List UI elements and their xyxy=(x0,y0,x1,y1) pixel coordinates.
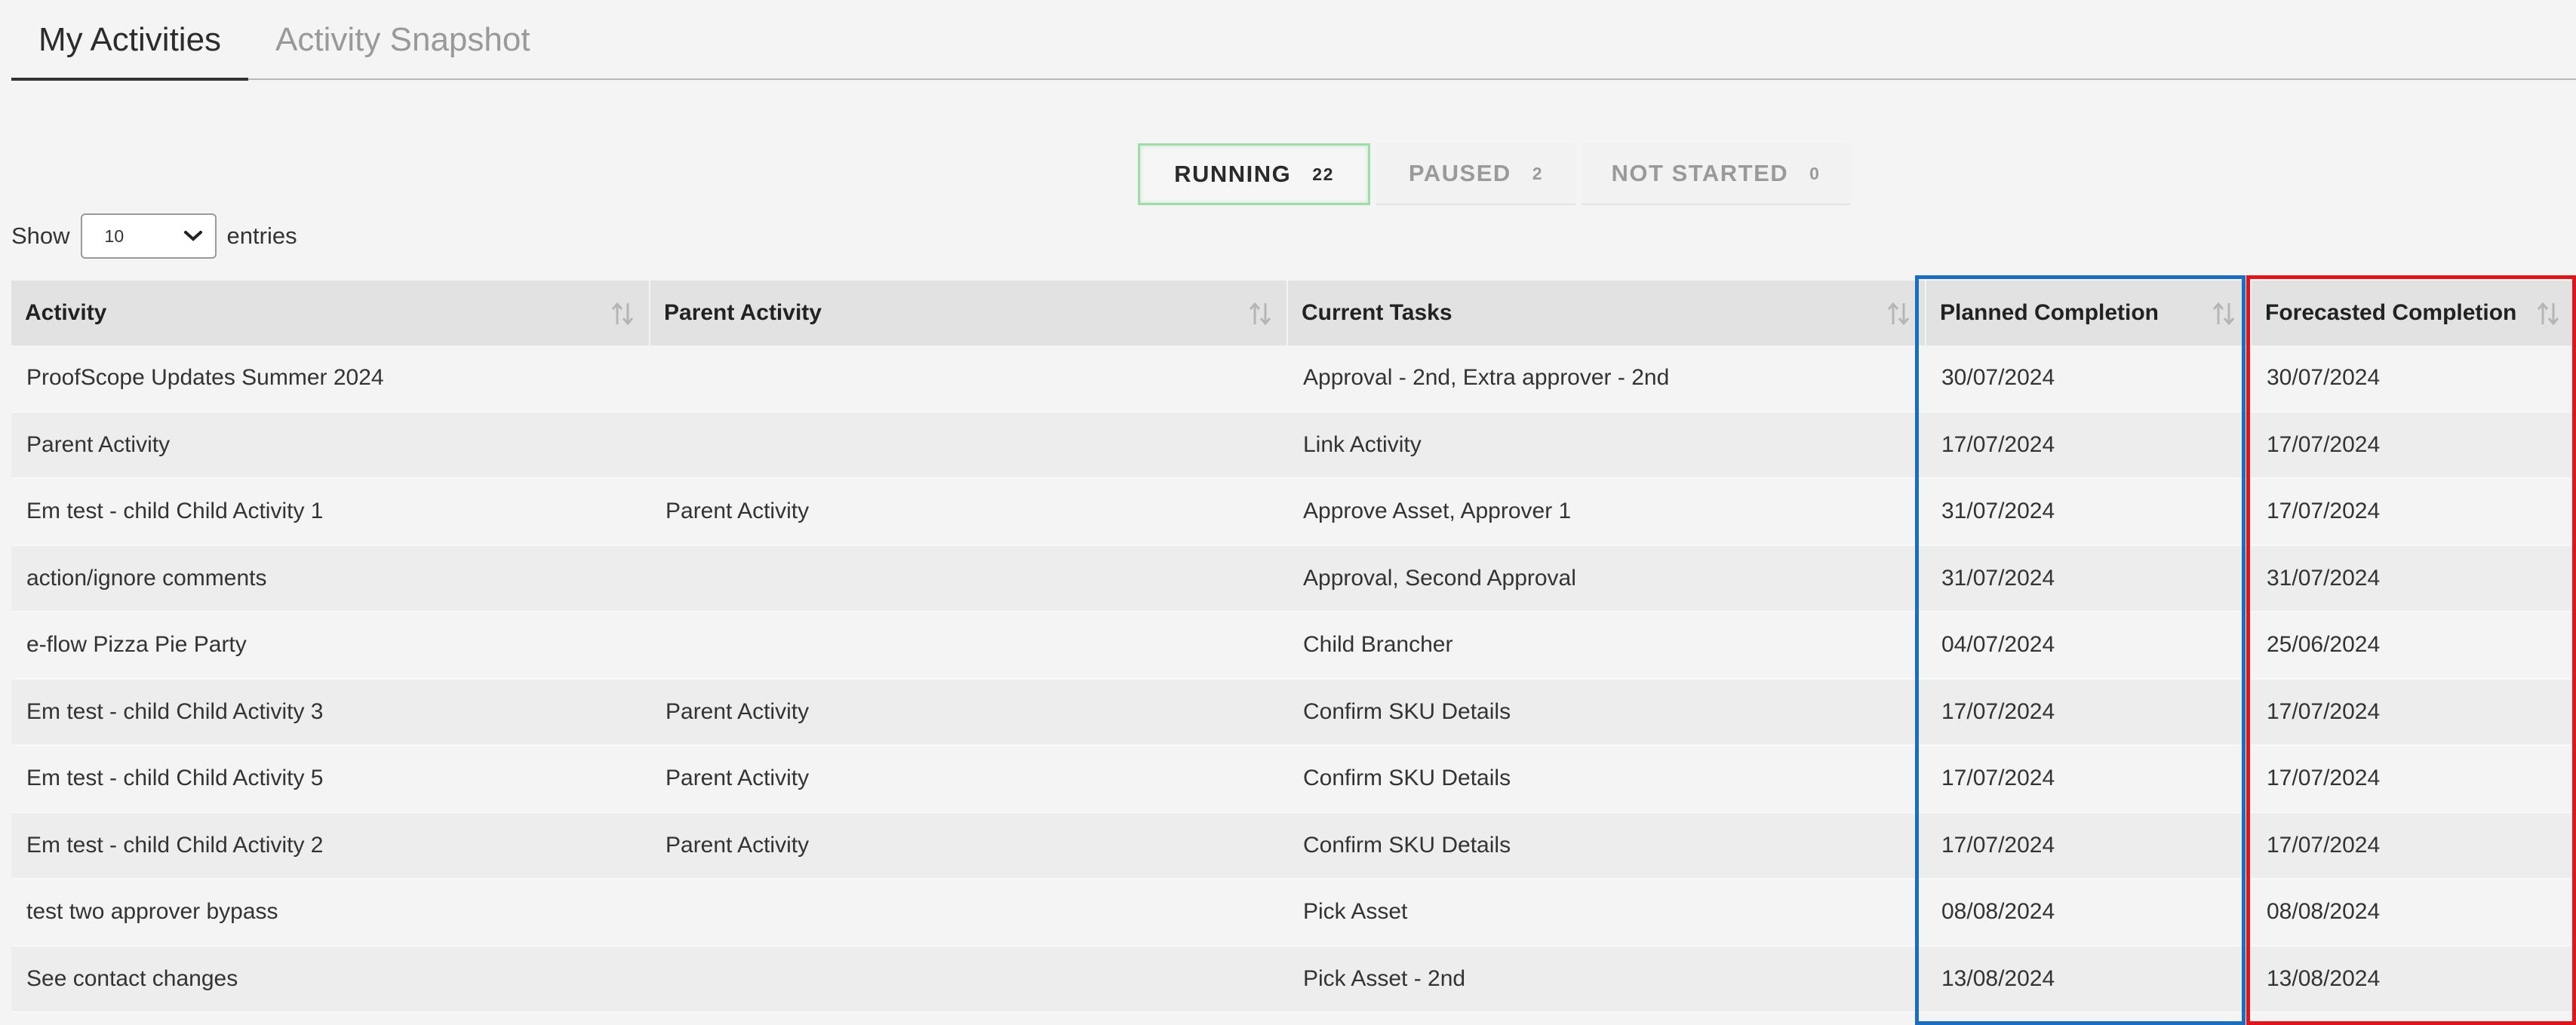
cell-forecasted-completion: 25/06/2024 xyxy=(2267,632,2381,658)
cell-activity: ProofScope Updates Summer 2024 xyxy=(26,365,384,391)
table-row[interactable]: Em test - child Child Activity 5 Parent … xyxy=(11,746,2576,813)
cell-planned-completion: 17/07/2024 xyxy=(1941,766,2055,791)
table-row[interactable]: ProofScope Updates Summer 2024 Approval … xyxy=(11,345,2576,413)
cell-planned-completion: 30/07/2024 xyxy=(1941,365,2055,391)
cell-parent-activity xyxy=(650,413,1288,478)
sort-icon xyxy=(611,302,634,326)
cell-forecasted-completion: 17/07/2024 xyxy=(2267,698,2381,724)
status-paused-count: 2 xyxy=(1532,163,1544,183)
status-running-button[interactable]: RUNNING 22 xyxy=(1138,143,1370,205)
table-row[interactable]: test two approver bypass Pick Asset 08/0… xyxy=(11,879,2576,947)
cell-current-tasks: Confirm SKU Details xyxy=(1303,766,1511,791)
table-header: Activity Parent Activity Current Tasks P… xyxy=(11,281,2576,345)
cell-parent-activity xyxy=(650,546,1288,612)
cell-activity: Em test - child Child Activity 5 xyxy=(26,766,324,791)
cell-forecasted-completion: 17/07/2024 xyxy=(2267,431,2381,457)
cell-parent-activity xyxy=(650,879,1288,945)
cell-current-tasks: Link Activity xyxy=(1303,431,1422,457)
table-row[interactable]: Em test - child Child Activity 1 Parent … xyxy=(11,479,2576,546)
cell-parent-activity: Parent Activity xyxy=(666,832,810,858)
cell-parent-activity: Parent Activity xyxy=(666,698,810,724)
column-header-label: Parent Activity xyxy=(664,300,822,325)
column-header-forecasted-completion[interactable]: Forecasted Completion xyxy=(2252,281,2576,345)
sort-icon xyxy=(2212,302,2235,326)
table-row[interactable]: e-flow Pizza Pie Party Child Brancher 04… xyxy=(11,612,2576,680)
cell-activity: See contact changes xyxy=(26,965,238,991)
cell-activity: test two approver bypass xyxy=(26,899,278,925)
cell-planned-completion: 31/07/2024 xyxy=(1941,499,2055,524)
cell-activity: Parent Activity xyxy=(26,431,171,457)
column-header-label: Planned Completion xyxy=(1940,300,2159,325)
column-header-label: Activity xyxy=(25,300,107,325)
cell-planned-completion: 17/07/2024 xyxy=(1941,431,2055,457)
status-not-started-label: NOT STARTED xyxy=(1611,160,1789,186)
status-paused-label: PAUSED xyxy=(1408,160,1511,186)
entries-select-value: 10 xyxy=(104,226,124,246)
column-header-current-tasks[interactable]: Current Tasks xyxy=(1288,281,1926,345)
cell-current-tasks: Approve Asset, Approver 1 xyxy=(1303,499,1572,524)
cell-forecasted-completion: 17/07/2024 xyxy=(2267,766,2381,791)
cell-activity: action/ignore comments xyxy=(26,565,267,591)
sort-icon xyxy=(1249,302,1271,326)
column-header-label: Forecasted Completion xyxy=(2265,300,2517,325)
table-body: ProofScope Updates Summer 2024 Approval … xyxy=(11,345,2576,1013)
cell-current-tasks: Pick Asset - 2nd xyxy=(1303,965,1466,991)
table-row[interactable]: Em test - child Child Activity 3 Parent … xyxy=(11,679,2576,746)
show-entries: Show 10 entries xyxy=(11,213,297,259)
cell-activity: Em test - child Child Activity 1 xyxy=(26,499,324,524)
cell-parent-activity xyxy=(650,345,1288,411)
sort-icon xyxy=(2537,302,2559,326)
tab-bar: My Activities Activity Snapshot xyxy=(11,0,2576,81)
cell-activity: Em test - child Child Activity 2 xyxy=(26,832,324,858)
column-header-planned-completion[interactable]: Planned Completion xyxy=(1926,281,2252,345)
column-header-parent-activity[interactable]: Parent Activity xyxy=(650,281,1288,345)
cell-forecasted-completion: 31/07/2024 xyxy=(2267,565,2381,591)
cell-forecasted-completion: 08/08/2024 xyxy=(2267,899,2381,925)
cell-planned-completion: 08/08/2024 xyxy=(1941,899,2055,925)
table-row[interactable]: Em test - child Child Activity 2 Parent … xyxy=(11,812,2576,879)
cell-current-tasks: Confirm SKU Details xyxy=(1303,698,1511,724)
status-not-started-button[interactable]: NOT STARTED 0 xyxy=(1582,143,1850,205)
cell-parent-activity: Parent Activity xyxy=(666,766,810,791)
status-running-label: RUNNING xyxy=(1174,161,1292,187)
cell-parent-activity xyxy=(650,612,1288,678)
cell-forecasted-completion: 17/07/2024 xyxy=(2267,499,2381,524)
table-row[interactable]: Parent Activity Link Activity 17/07/2024… xyxy=(11,412,2576,479)
activities-table: Activity Parent Activity Current Tasks P… xyxy=(11,281,2576,1013)
status-filter: RUNNING 22 PAUSED 2 NOT STARTED 0 xyxy=(1138,143,1850,205)
show-label: Show xyxy=(11,222,70,249)
column-header-label: Current Tasks xyxy=(1302,300,1452,325)
chevron-down-icon xyxy=(183,231,202,241)
cell-current-tasks: Approval - 2nd, Extra approver - 2nd xyxy=(1303,365,1670,391)
cell-planned-completion: 31/07/2024 xyxy=(1941,565,2055,591)
cell-forecasted-completion: 17/07/2024 xyxy=(2267,832,2381,858)
column-header-activity[interactable]: Activity xyxy=(11,281,650,345)
status-paused-button[interactable]: PAUSED 2 xyxy=(1376,143,1575,205)
cell-planned-completion: 17/07/2024 xyxy=(1941,832,2055,858)
cell-current-tasks: Pick Asset xyxy=(1303,899,1408,925)
status-not-started-count: 0 xyxy=(1809,163,1821,183)
cell-planned-completion: 13/08/2024 xyxy=(1941,965,2055,991)
tab-my-activities[interactable]: My Activities xyxy=(11,0,249,81)
cell-planned-completion: 04/07/2024 xyxy=(1941,632,2055,658)
cell-planned-completion: 17/07/2024 xyxy=(1941,698,2055,724)
status-running-count: 22 xyxy=(1312,164,1334,184)
cell-current-tasks: Approval, Second Approval xyxy=(1303,565,1576,591)
cell-forecasted-completion: 13/08/2024 xyxy=(2267,965,2381,991)
cell-parent-activity xyxy=(650,947,1288,1012)
tab-activity-snapshot[interactable]: Activity Snapshot xyxy=(248,0,558,78)
sort-icon xyxy=(1887,302,1910,326)
cell-activity: Em test - child Child Activity 3 xyxy=(26,698,324,724)
table-row[interactable]: action/ignore comments Approval, Second … xyxy=(11,545,2576,612)
cell-forecasted-completion: 30/07/2024 xyxy=(2267,365,2381,391)
cell-parent-activity: Parent Activity xyxy=(666,499,810,524)
cell-current-tasks: Confirm SKU Details xyxy=(1303,832,1511,858)
cell-activity: e-flow Pizza Pie Party xyxy=(26,632,247,658)
entries-per-page-select[interactable]: 10 xyxy=(80,213,217,259)
table-row[interactable]: See contact changes Pick Asset - 2nd 13/… xyxy=(11,946,2576,1013)
entries-label: entries xyxy=(226,222,297,249)
cell-current-tasks: Child Brancher xyxy=(1303,632,1453,658)
